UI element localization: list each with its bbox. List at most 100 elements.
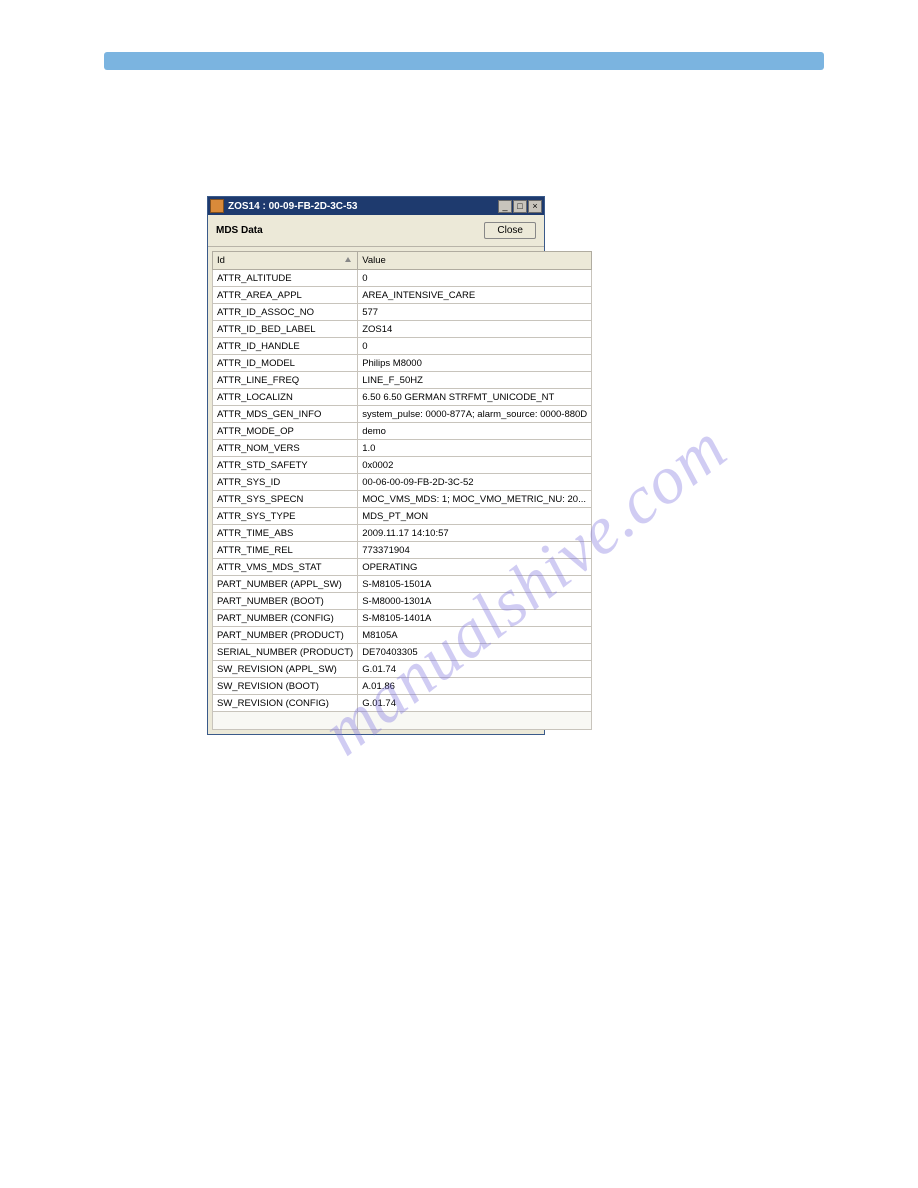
dialog-window: ZOS14 : 00-09-FB-2D-3C-53 _ □ × MDS Data…	[207, 196, 545, 735]
minimize-icon[interactable]: _	[498, 200, 512, 213]
column-header-id-label: Id	[217, 255, 225, 266]
cell-id: ATTR_ID_MODEL	[213, 355, 358, 372]
close-button[interactable]: Close	[484, 222, 536, 239]
cell-value: MDS_PT_MON	[358, 508, 592, 525]
table-row[interactable]: ATTR_MDS_GEN_INFOsystem_pulse: 0000-877A…	[213, 406, 592, 423]
table-row[interactable]: ATTR_LINE_FREQLINE_F_50HZ	[213, 372, 592, 389]
table-row[interactable]: ATTR_TIME_REL773371904	[213, 542, 592, 559]
cell-empty	[213, 712, 358, 730]
app-icon	[210, 199, 224, 213]
cell-id: PART_NUMBER (BOOT)	[213, 593, 358, 610]
table-row[interactable]: SW_REVISION (CONFIG)G.01.74	[213, 695, 592, 712]
cell-id: PART_NUMBER (CONFIG)	[213, 610, 358, 627]
cell-id: ATTR_ALTITUDE	[213, 270, 358, 287]
cell-id: PART_NUMBER (PRODUCT)	[213, 627, 358, 644]
table-row[interactable]: ATTR_ID_MODELPhilips M8000	[213, 355, 592, 372]
cell-value: 2009.11.17 14:10:57	[358, 525, 592, 542]
table-row[interactable]: ATTR_ID_HANDLE0	[213, 338, 592, 355]
table-row[interactable]: ATTR_ID_ASSOC_NO577	[213, 304, 592, 321]
table-container: Id Value ATTR_ALTITUDE0ATTR_AREA_APPLARE…	[208, 247, 544, 734]
cell-id: SERIAL_NUMBER (PRODUCT)	[213, 644, 358, 661]
cell-id: PART_NUMBER (APPL_SW)	[213, 576, 358, 593]
cell-value: 0	[358, 270, 592, 287]
table-row[interactable]: SW_REVISION (BOOT)A.01.86	[213, 678, 592, 695]
table-row[interactable]: ATTR_SYS_ID00-06-00-09-FB-2D-3C-52	[213, 474, 592, 491]
table-row[interactable]: PART_NUMBER (PRODUCT)M8105A	[213, 627, 592, 644]
close-icon[interactable]: ×	[528, 200, 542, 213]
table-row[interactable]: PART_NUMBER (APPL_SW)S-M8105-1501A	[213, 576, 592, 593]
cell-value: G.01.74	[358, 695, 592, 712]
cell-value: AREA_INTENSIVE_CARE	[358, 287, 592, 304]
window-title: ZOS14 : 00-09-FB-2D-3C-53	[228, 201, 498, 212]
cell-id: ATTR_AREA_APPL	[213, 287, 358, 304]
cell-id: ATTR_ID_HANDLE	[213, 338, 358, 355]
cell-id: ATTR_ID_BED_LABEL	[213, 321, 358, 338]
panel-title: MDS Data	[216, 225, 263, 236]
toolbar: MDS Data Close	[208, 215, 544, 247]
cell-value: MOC_VMS_MDS: 1; MOC_VMO_METRIC_NU: 20...	[358, 491, 592, 508]
cell-empty	[358, 712, 592, 730]
page-header-bar	[104, 52, 824, 70]
cell-value: 0	[358, 338, 592, 355]
cell-value: S-M8000-1301A	[358, 593, 592, 610]
cell-id: ATTR_SYS_ID	[213, 474, 358, 491]
table-row[interactable]: ATTR_NOM_VERS1.0	[213, 440, 592, 457]
mds-data-table: Id Value ATTR_ALTITUDE0ATTR_AREA_APPLARE…	[212, 251, 592, 730]
sort-asc-icon	[345, 257, 351, 262]
cell-id: SW_REVISION (CONFIG)	[213, 695, 358, 712]
cell-value: S-M8105-1401A	[358, 610, 592, 627]
cell-value: demo	[358, 423, 592, 440]
table-row[interactable]: PART_NUMBER (BOOT)S-M8000-1301A	[213, 593, 592, 610]
cell-id: ATTR_ID_ASSOC_NO	[213, 304, 358, 321]
cell-id: ATTR_SYS_SPECN	[213, 491, 358, 508]
table-row[interactable]: ATTR_ID_BED_LABELZOS14	[213, 321, 592, 338]
cell-value: ZOS14	[358, 321, 592, 338]
cell-id: ATTR_MDS_GEN_INFO	[213, 406, 358, 423]
cell-value: A.01.86	[358, 678, 592, 695]
cell-id: SW_REVISION (BOOT)	[213, 678, 358, 695]
cell-value: system_pulse: 0000-877A; alarm_source: 0…	[358, 406, 592, 423]
cell-value: DE70403305	[358, 644, 592, 661]
table-row[interactable]: ATTR_SYS_TYPEMDS_PT_MON	[213, 508, 592, 525]
column-header-value[interactable]: Value	[358, 252, 592, 270]
cell-value: G.01.74	[358, 661, 592, 678]
maximize-icon[interactable]: □	[513, 200, 527, 213]
table-row[interactable]: ATTR_AREA_APPLAREA_INTENSIVE_CARE	[213, 287, 592, 304]
cell-id: ATTR_TIME_ABS	[213, 525, 358, 542]
table-row[interactable]: ATTR_SYS_SPECNMOC_VMS_MDS: 1; MOC_VMO_ME…	[213, 491, 592, 508]
column-header-value-label: Value	[362, 255, 386, 266]
cell-value: M8105A	[358, 627, 592, 644]
table-row[interactable]: PART_NUMBER (CONFIG)S-M8105-1401A	[213, 610, 592, 627]
titlebar-buttons: _ □ ×	[498, 200, 542, 213]
column-header-id[interactable]: Id	[213, 252, 358, 270]
cell-value: 577	[358, 304, 592, 321]
table-row-empty	[213, 712, 592, 730]
cell-value: OPERATING	[358, 559, 592, 576]
cell-value: 1.0	[358, 440, 592, 457]
cell-value: LINE_F_50HZ	[358, 372, 592, 389]
table-row[interactable]: ATTR_STD_SAFETY0x0002	[213, 457, 592, 474]
cell-id: ATTR_STD_SAFETY	[213, 457, 358, 474]
table-row[interactable]: ATTR_LOCALIZN6.50 6.50 GERMAN STRFMT_UNI…	[213, 389, 592, 406]
table-row[interactable]: SERIAL_NUMBER (PRODUCT)DE70403305	[213, 644, 592, 661]
titlebar[interactable]: ZOS14 : 00-09-FB-2D-3C-53 _ □ ×	[208, 197, 544, 215]
cell-id: ATTR_LOCALIZN	[213, 389, 358, 406]
table-row[interactable]: ATTR_MODE_OPdemo	[213, 423, 592, 440]
cell-id: ATTR_LINE_FREQ	[213, 372, 358, 389]
cell-value: S-M8105-1501A	[358, 576, 592, 593]
cell-id: ATTR_TIME_REL	[213, 542, 358, 559]
table-row[interactable]: ATTR_ALTITUDE0	[213, 270, 592, 287]
cell-value: 6.50 6.50 GERMAN STRFMT_UNICODE_NT	[358, 389, 592, 406]
cell-id: ATTR_VMS_MDS_STAT	[213, 559, 358, 576]
cell-id: SW_REVISION (APPL_SW)	[213, 661, 358, 678]
cell-id: ATTR_SYS_TYPE	[213, 508, 358, 525]
cell-id: ATTR_MODE_OP	[213, 423, 358, 440]
table-row[interactable]: ATTR_VMS_MDS_STATOPERATING	[213, 559, 592, 576]
cell-value: 00-06-00-09-FB-2D-3C-52	[358, 474, 592, 491]
table-row[interactable]: ATTR_TIME_ABS2009.11.17 14:10:57	[213, 525, 592, 542]
cell-id: ATTR_NOM_VERS	[213, 440, 358, 457]
cell-value: 773371904	[358, 542, 592, 559]
cell-value: Philips M8000	[358, 355, 592, 372]
cell-value: 0x0002	[358, 457, 592, 474]
table-row[interactable]: SW_REVISION (APPL_SW)G.01.74	[213, 661, 592, 678]
